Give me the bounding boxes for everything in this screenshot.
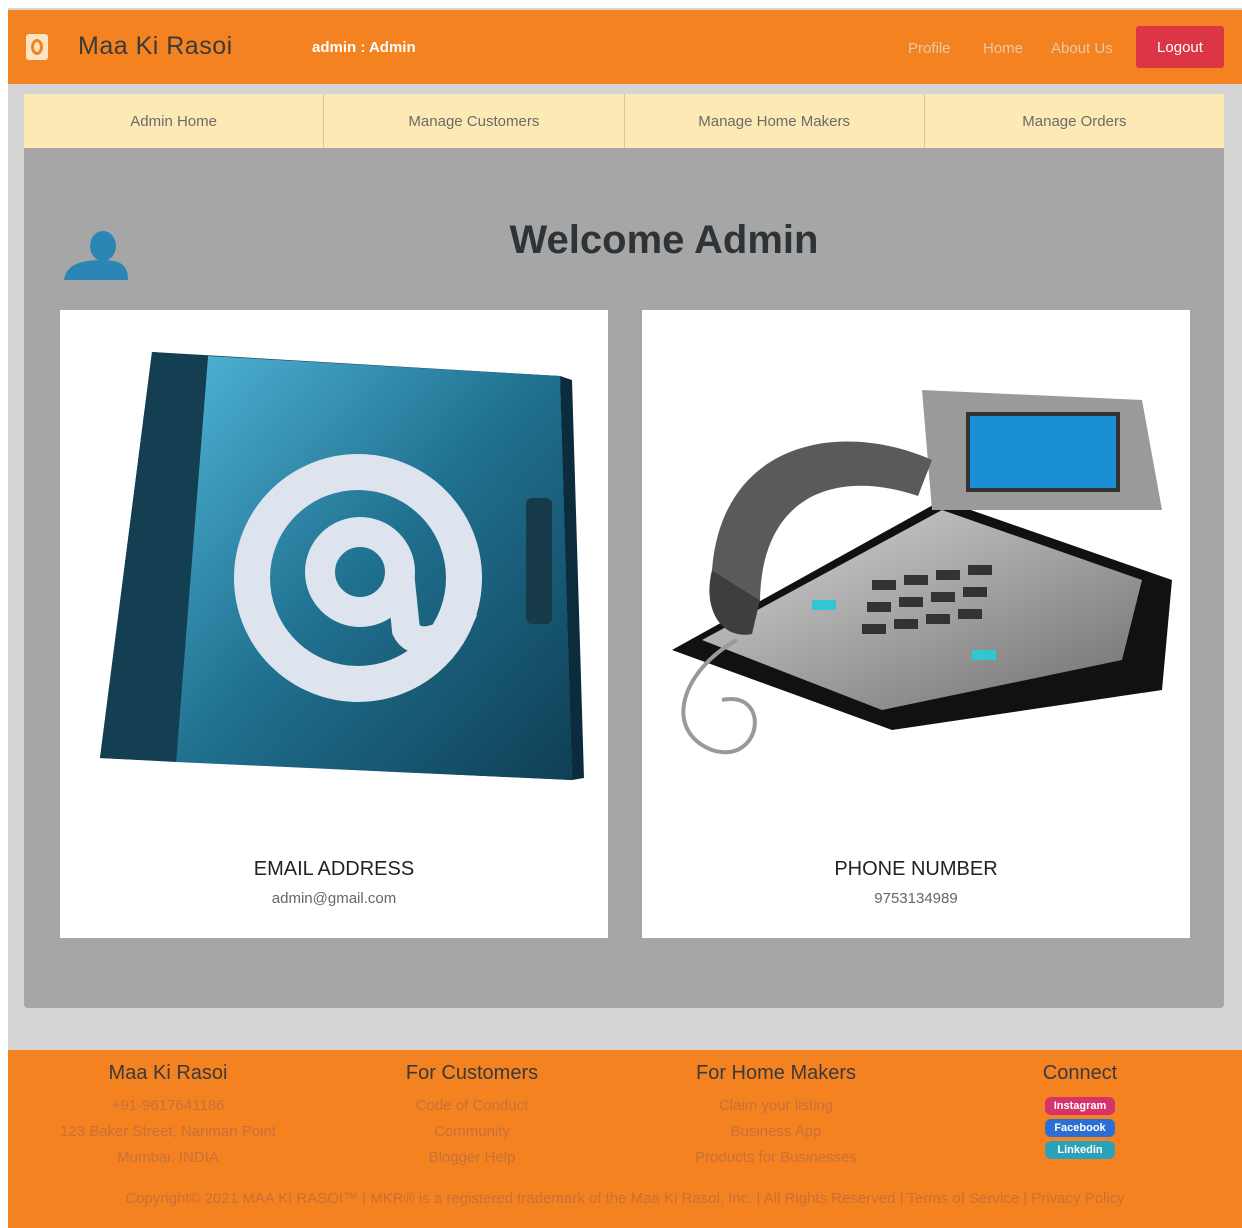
subnav-manage-home-makers[interactable]: Manage Home Makers [625,94,925,148]
email-value: admin@gmail.com [271,890,397,907]
telephone-icon [672,390,1172,755]
footer-link-blogger-help[interactable]: Blogger Help [322,1145,622,1171]
top-navbar: Maa Ki Rasoi admin : Admin Profile Home … [8,10,1242,84]
instagram-badge[interactable]: Instagram [1045,1097,1115,1115]
footer-address-line-1: 123 Baker Street, Nariman Point [60,1123,276,1140]
phone-card: PHONE NUMBER 9753134989 [642,310,1190,938]
footer-customers-title: For Customers [405,1062,539,1084]
footer-col-brand: Maa Ki Rasoi +91-9617641186 123 Baker St… [18,1062,318,1171]
phone-value: 9753134989 [874,890,958,907]
linkedin-badge[interactable]: Linkedin [1045,1141,1115,1159]
subnav-admin-home[interactable]: Admin Home [24,94,325,148]
footer-link-business-app[interactable]: Business App [626,1119,926,1145]
subnav-manage-customers[interactable]: Manage Customers [324,94,625,148]
logged-in-user-label: admin : Admin [312,39,416,56]
footer-link-claim-listing[interactable]: Claim your listing [626,1093,926,1119]
email-book-icon [100,352,584,780]
phone-card-title: PHONE NUMBER [834,858,998,880]
footer-link-code-of-conduct[interactable]: Code of Conduct [322,1093,622,1119]
subnav-manage-orders[interactable]: Manage Orders [925,94,1224,148]
footer-col-customers: For Customers Code of Conduct Community … [322,1062,622,1171]
copyright-text: Copyright© 2021 MAA KI RASOI™ | MKR® is … [125,1190,1125,1207]
footer-col-home-makers: For Home Makers Claim your listing Busin… [626,1062,926,1171]
logout-button[interactable]: Logout [1136,26,1224,68]
main-panel: Welcome Admin EMAIL ADDRESS admin@gmail.… [24,148,1224,1008]
admin-subnav: Admin Home Manage Customers Manage Home … [24,94,1224,148]
nav-link-profile[interactable]: Profile [908,40,951,57]
nav-link-about-us[interactable]: About Us [1051,40,1113,57]
brand-logo-icon[interactable] [26,34,48,60]
welcome-heading: Welcome Admin [509,218,819,262]
nav-link-home[interactable]: Home [983,40,1023,57]
site-footer: Maa Ki Rasoi +91-9617641186 123 Baker St… [8,1050,1242,1228]
footer-phone: +91-9617641186 [111,1097,225,1114]
email-card-title: EMAIL ADDRESS [253,858,415,880]
footer-address-line-2: Mumbai, INDIA [117,1149,219,1166]
footer-connect-title: Connect [1042,1062,1118,1084]
brand-name[interactable]: Maa Ki Rasoi [78,32,233,61]
footer-home-makers-title: For Home Makers [695,1062,857,1084]
email-card: EMAIL ADDRESS admin@gmail.com [60,310,608,938]
facebook-badge[interactable]: Facebook [1045,1119,1115,1137]
footer-link-community[interactable]: Community [322,1119,622,1145]
footer-brand-title: Maa Ki Rasoi [108,1062,228,1084]
footer-col-connect: Connect Instagram Facebook Linkedin [930,1062,1230,1159]
footer-link-products-for-businesses[interactable]: Products for Businesses [626,1145,926,1171]
